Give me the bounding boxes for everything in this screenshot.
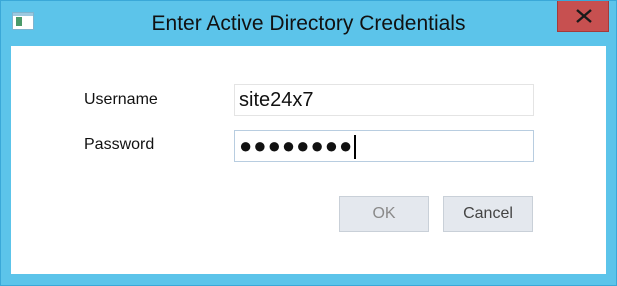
password-field[interactable]: ●●●●●●●● bbox=[234, 130, 534, 162]
close-button[interactable] bbox=[557, 1, 609, 32]
ok-button[interactable]: OK bbox=[339, 196, 429, 232]
cancel-button[interactable]: Cancel bbox=[443, 196, 533, 232]
window-title: Enter Active Directory Credentials bbox=[151, 12, 466, 35]
username-field[interactable]: site24x7 bbox=[234, 84, 534, 116]
title-bar[interactable]: Enter Active Directory Credentials bbox=[1, 1, 616, 45]
close-icon bbox=[576, 9, 592, 23]
password-label: Password bbox=[84, 136, 155, 153]
dialog-body: Username site24x7 Password ●●●●●●●● OK C… bbox=[11, 46, 606, 274]
app-window-icon bbox=[12, 12, 34, 30]
username-label: Username bbox=[84, 91, 158, 108]
text-caret bbox=[354, 135, 357, 160]
dialog-window: Enter Active Directory Credentials Usern… bbox=[0, 0, 617, 286]
username-value: site24x7 bbox=[239, 89, 314, 111]
password-value: ●●●●●●●● bbox=[239, 133, 354, 158]
